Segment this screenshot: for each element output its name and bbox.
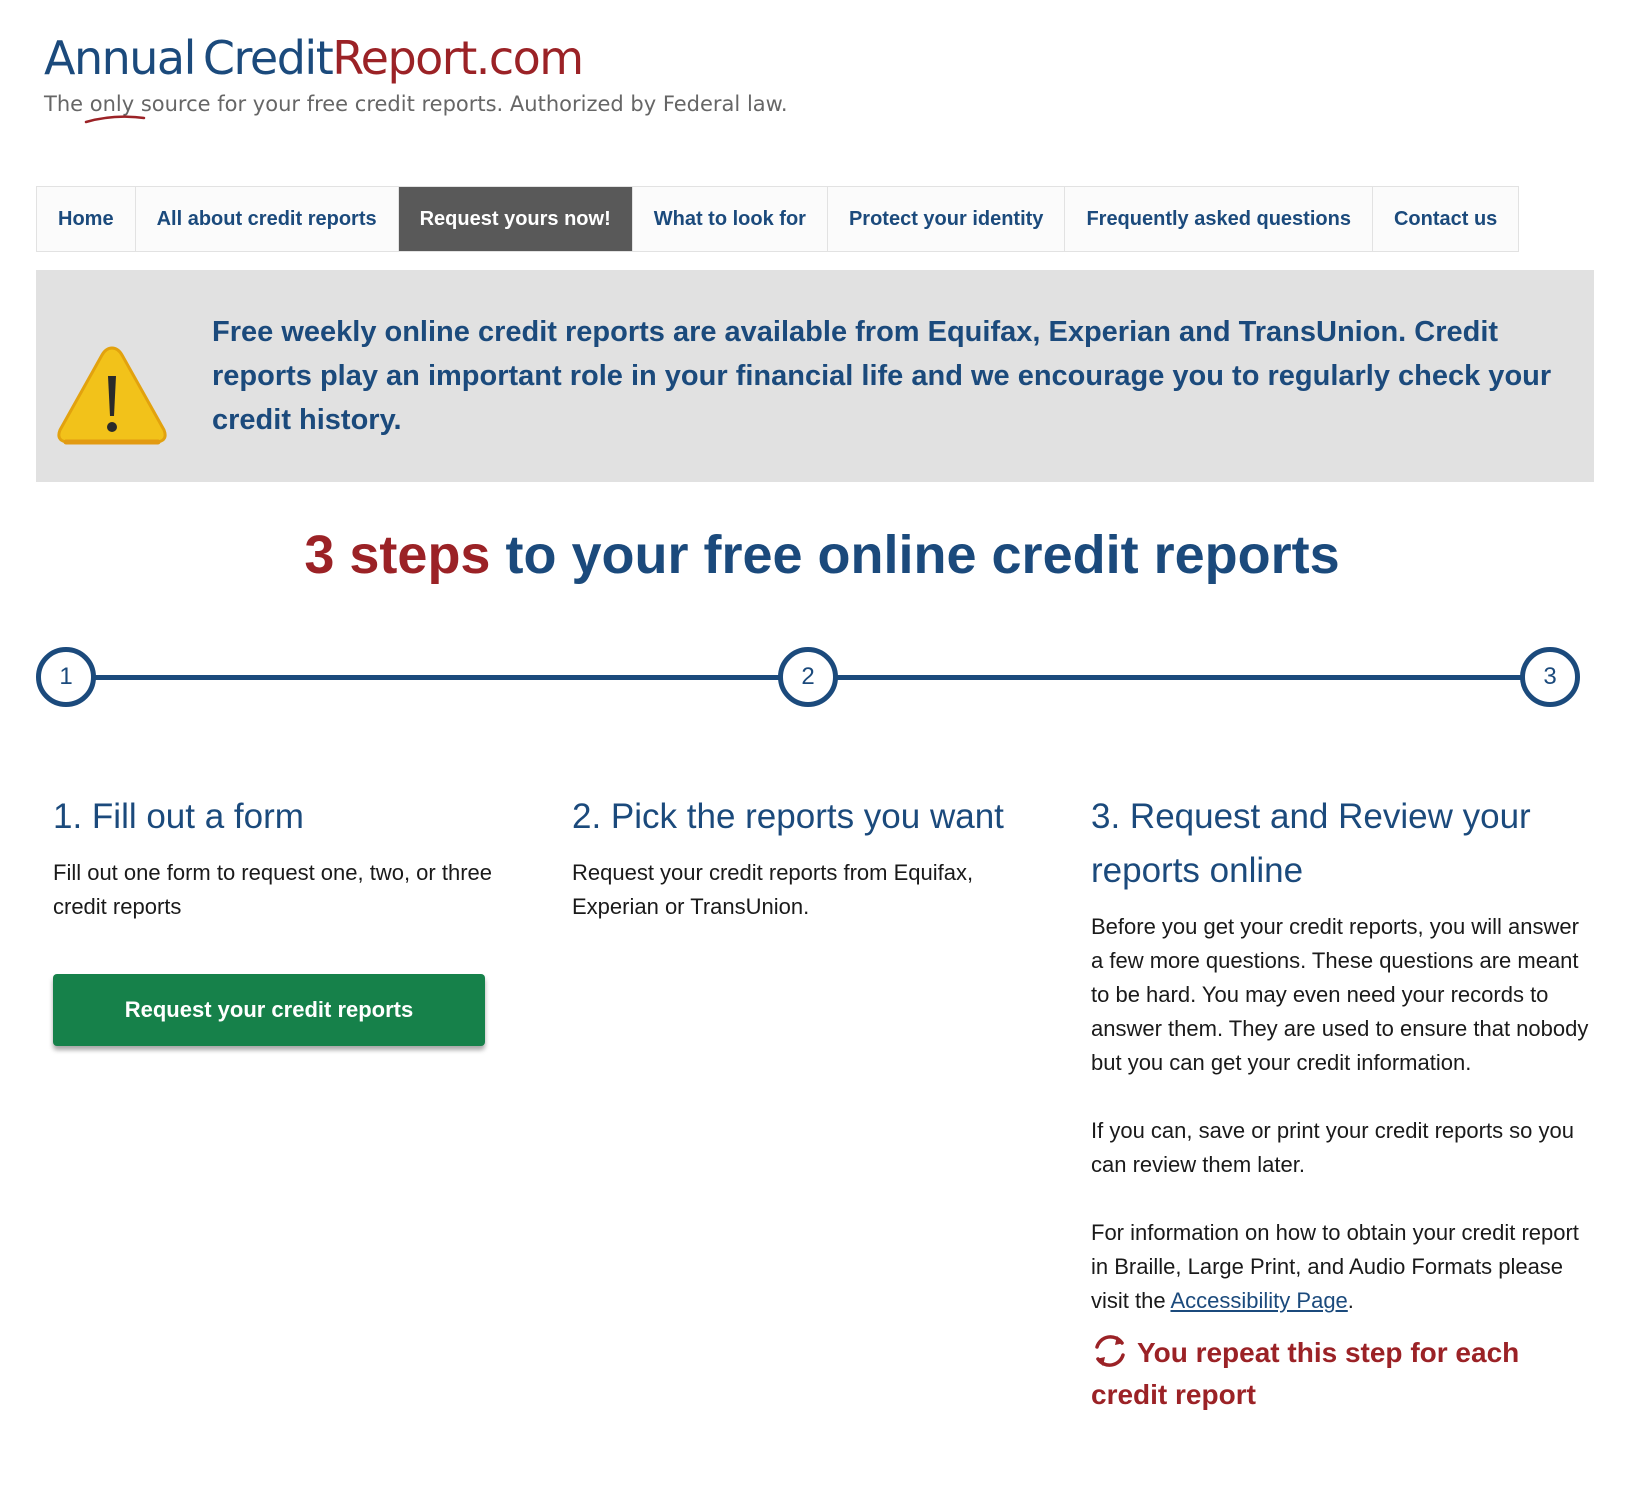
nav-item-what-to-look-for[interactable]: What to look for — [633, 187, 828, 251]
main-nav: Home All about credit reports Request yo… — [36, 186, 1520, 252]
timeline-step-1: 1 — [36, 647, 96, 707]
request-credit-reports-button[interactable]: Request your credit reports — [53, 974, 485, 1046]
step-1-column: 1. Fill out a form Fill out one form to … — [53, 790, 523, 1046]
repeat-note: You repeat this step for each credit rep… — [1091, 1332, 1591, 1416]
step-3-paragraph-3: For information on how to obtain your cr… — [1091, 1216, 1591, 1318]
steps-timeline: 1 2 3 — [36, 645, 1580, 709]
step-2-body: Request your credit reports from Equifax… — [572, 860, 974, 919]
steps-title: 3 steps to your free online credit repor… — [0, 522, 1644, 588]
nav-item-all-about-credit-reports[interactable]: All about credit reports — [136, 187, 399, 251]
step-2-heading: 2. Pick the reports you want — [572, 797, 1004, 836]
step-1-body: Fill out one form to request one, two, o… — [53, 860, 493, 919]
refresh-icon — [1095, 1335, 1125, 1367]
nav-item-faq[interactable]: Frequently asked questions — [1065, 187, 1373, 251]
steps-title-accent: 3 steps — [304, 525, 491, 585]
tagline-before: The — [44, 92, 90, 116]
tagline-after: source for your free credit reports. Aut… — [134, 92, 788, 116]
alert-text: Free weekly online credit reports are av… — [212, 316, 1552, 436]
step-3-column: 3. Request and Review your reports onlin… — [1091, 790, 1591, 1416]
timeline-step-3: 3 — [1520, 647, 1580, 707]
step-3-paragraph-1: Before you get your credit reports, you … — [1091, 914, 1589, 1075]
nav-item-home[interactable]: Home — [37, 187, 136, 251]
nav-item-contact-us[interactable]: Contact us — [1373, 187, 1518, 251]
tagline: The only source for your free credit rep… — [44, 92, 788, 124]
tagline-emphasis: only — [84, 92, 145, 124]
site-logo[interactable]: Annual CreditReport.com — [44, 30, 584, 86]
swoosh-underline-icon — [84, 115, 145, 124]
warning-icon — [57, 346, 167, 445]
steps-title-rest: to your free online credit reports — [490, 525, 1340, 585]
nav-item-request-yours-now[interactable]: Request yours now! — [398, 187, 633, 251]
logo-report: Report.com — [332, 31, 584, 85]
alert-banner: Free weekly online credit reports are av… — [36, 270, 1594, 482]
step-3-p3-after: . — [1347, 1288, 1354, 1313]
repeat-note-text: You repeat this step for each credit rep… — [1091, 1337, 1520, 1410]
logo-annual: Annual — [44, 31, 196, 85]
accessibility-page-link[interactable]: Accessibility Page — [1170, 1288, 1347, 1313]
step-3-paragraph-2: If you can, save or print your credit re… — [1091, 1118, 1575, 1177]
nav-item-protect-your-identity[interactable]: Protect your identity — [828, 187, 1066, 251]
step-2-column: 2. Pick the reports you want Request you… — [572, 790, 1042, 924]
logo-credit: Credit — [202, 31, 334, 85]
step-3-heading: 3. Request and Review your reports onlin… — [1091, 797, 1531, 890]
step-1-heading: 1. Fill out a form — [53, 797, 304, 836]
timeline-step-2: 2 — [778, 647, 838, 707]
tagline-only: only — [89, 92, 135, 116]
